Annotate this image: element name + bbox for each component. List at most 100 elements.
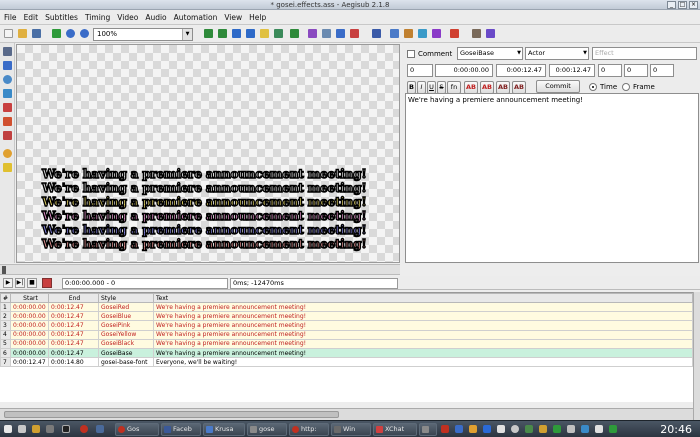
vector-clip-icon[interactable] <box>3 131 12 140</box>
zoom-out-icon[interactable] <box>80 29 89 38</box>
taskbar-item-http[interactable]: http: <box>289 423 329 436</box>
table-row[interactable]: 7 0:00:12.47 0:00:14.80 gosei-base-font … <box>0 357 693 368</box>
grid-header-style[interactable]: Style <box>98 293 154 303</box>
styles-manager-icon[interactable] <box>308 29 317 38</box>
table-row[interactable]: 1 0:00:00.00 0:00:12.47 GoseiRed We're h… <box>0 301 693 313</box>
subtitle-text-editor[interactable]: We're having a premiere announcement mee… <box>405 93 699 263</box>
update-icon[interactable] <box>469 425 477 433</box>
rotate-xy-icon[interactable] <box>3 89 12 98</box>
maximize-icon[interactable]: □ <box>678 1 687 9</box>
grid-header-text[interactable]: Text <box>153 293 693 303</box>
grid-header-number[interactable]: # <box>0 293 11 303</box>
online-icon[interactable] <box>609 425 617 433</box>
start-menu-icon[interactable] <box>4 425 12 433</box>
menu-audio[interactable]: Audio <box>145 13 166 22</box>
minimize-icon[interactable]: _ <box>667 1 676 9</box>
table-row-selected[interactable]: 6 0:00:00.00 0:00:12.47 GoseiBase We're … <box>0 347 693 359</box>
play-icon[interactable]: ▶ <box>3 278 13 288</box>
grid-header-end[interactable]: End <box>48 293 99 303</box>
grid-vertical-scrollbar[interactable] <box>693 292 700 422</box>
battery-icon[interactable] <box>539 425 547 433</box>
taskbar-item-xchat[interactable]: XChat <box>373 423 417 436</box>
audio-icon[interactable] <box>525 425 533 433</box>
scale-tool-icon[interactable] <box>3 103 12 112</box>
menu-timing[interactable]: Timing <box>85 13 110 22</box>
seek-thumb[interactable] <box>2 266 6 274</box>
timing-post-processor-icon[interactable] <box>404 29 413 38</box>
taskbar-item-aegisub[interactable]: Gos <box>115 423 159 436</box>
styling-assistant-icon[interactable] <box>432 29 441 38</box>
clipboard-icon[interactable] <box>497 425 505 433</box>
layer-spinner[interactable]: 0 <box>407 64 433 77</box>
start-time-field[interactable]: 0:00:00.00 <box>435 64 493 77</box>
files-icon[interactable] <box>32 425 40 433</box>
taskbar-item-win[interactable]: Win <box>331 423 371 436</box>
network-icon[interactable] <box>455 425 463 433</box>
menu-edit[interactable]: Edit <box>24 13 39 22</box>
wifi-icon[interactable] <box>581 425 589 433</box>
video-time-field[interactable]: 0:00:00.000 - 0 <box>62 278 228 289</box>
taskbar-item-gosei[interactable]: gose <box>247 423 287 436</box>
subtitles-grid[interactable]: # Start End Style Text 1 0:00:00.00 0:00… <box>0 292 693 402</box>
comment-checkbox[interactable] <box>407 50 415 58</box>
jump-start-icon[interactable] <box>204 29 213 38</box>
resample-icon[interactable] <box>390 29 399 38</box>
margin-left-field[interactable]: 0 <box>598 64 622 77</box>
taskbar-item-gose[interactable] <box>419 423 437 436</box>
new-file-icon[interactable] <box>4 29 13 38</box>
grid-horizontal-scrollbar[interactable] <box>0 408 693 420</box>
autoscroll-icon[interactable] <box>42 278 52 288</box>
time-radio[interactable] <box>589 83 597 91</box>
style-select[interactable]: GoseiBase ▼ <box>457 47 523 60</box>
translation-assistant-icon[interactable] <box>418 29 427 38</box>
zoom-select[interactable]: 100% ▼ <box>93 28 193 41</box>
chevron-down-icon[interactable]: ▼ <box>182 29 192 40</box>
workspace-icon[interactable] <box>96 425 104 433</box>
bluetooth-icon[interactable] <box>483 425 491 433</box>
keyboard-layout-icon[interactable] <box>441 425 449 433</box>
duration-field[interactable]: 0:00:12.47 <box>549 64 595 77</box>
stop-icon[interactable]: ■ <box>27 278 37 288</box>
options-icon[interactable] <box>472 29 481 38</box>
actor-select[interactable]: Actor ▼ <box>525 47 589 60</box>
table-row[interactable]: 2 0:00:00.00 0:00:12.47 GoseiBlue We're … <box>0 311 693 322</box>
terminal-icon[interactable] <box>62 425 70 433</box>
end-time-field[interactable]: 0:00:12.47 <box>496 64 546 77</box>
jump-end-icon[interactable] <box>218 29 227 38</box>
standard-tool-icon[interactable] <box>3 47 12 56</box>
menu-view[interactable]: View <box>224 13 242 22</box>
frame-radio[interactable] <box>622 83 630 91</box>
snap-end-icon[interactable] <box>246 29 255 38</box>
sync-icon[interactable] <box>511 425 519 433</box>
realtime-icon[interactable] <box>3 149 12 158</box>
snap-start-icon[interactable] <box>232 29 241 38</box>
jump-to-icon[interactable] <box>52 29 61 38</box>
properties-icon[interactable] <box>322 29 331 38</box>
tag-hiding-icon[interactable] <box>486 29 495 38</box>
drag-tool-icon[interactable] <box>3 61 12 70</box>
opera-icon[interactable] <box>80 425 88 433</box>
video-display[interactable]: We're having a premiere announcement mee… <box>16 44 400 263</box>
effect-field[interactable]: Effect <box>592 47 697 60</box>
menu-file[interactable]: File <box>4 13 17 22</box>
table-row[interactable]: 4 0:00:00.00 0:00:12.47 GoseiYellow We'r… <box>0 329 693 340</box>
desktop-icon[interactable] <box>46 425 54 433</box>
notes-icon[interactable] <box>595 425 603 433</box>
menu-subtitles[interactable]: Subtitles <box>45 13 78 22</box>
launcher-icon[interactable] <box>18 425 26 433</box>
grid-header-start[interactable]: Start <box>10 293 49 303</box>
fonts-collector-icon[interactable] <box>350 29 359 38</box>
margin-right-field[interactable]: 0 <box>624 64 648 77</box>
taskbar-item-facebook[interactable]: Faceb <box>161 423 201 436</box>
margin-vertical-field[interactable]: 0 <box>650 64 674 77</box>
taskbar-item-krusader[interactable]: Krusa <box>203 423 245 436</box>
zoom-in-icon[interactable] <box>66 29 75 38</box>
clip-tool-icon[interactable] <box>3 117 12 126</box>
table-row[interactable]: 3 0:00:00.00 0:00:12.47 GoseiPink We're … <box>0 320 693 331</box>
close-icon[interactable]: × <box>689 1 698 9</box>
status-icon[interactable] <box>553 425 561 433</box>
play-line-icon[interactable]: ▶| <box>15 278 25 288</box>
video-seek-slider[interactable] <box>0 264 400 275</box>
adjacent-lines-icon[interactable] <box>290 29 299 38</box>
volume-icon[interactable] <box>567 425 575 433</box>
